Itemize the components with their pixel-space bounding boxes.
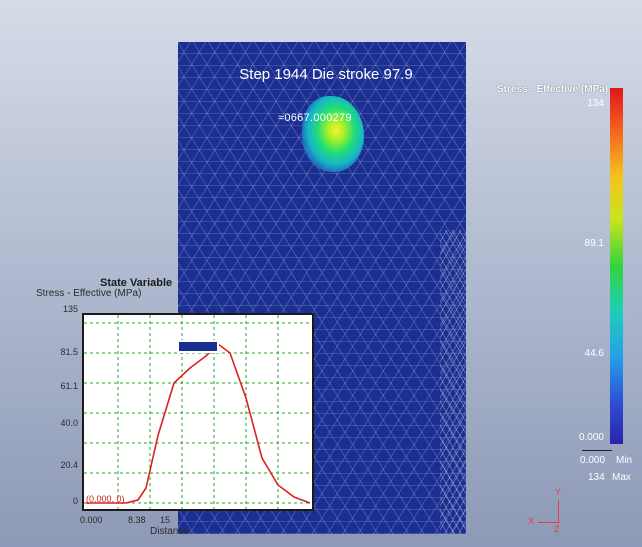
plot-x-tick: 0.000 (80, 515, 103, 525)
triad-y-axis (558, 500, 559, 522)
plot-origin-readout: (0.000, 0) (86, 494, 125, 504)
plot-y-tick: 135 (62, 304, 78, 314)
step-title: Step 1944 Die stroke 97.9 (239, 66, 413, 83)
simulation-viewport[interactable]: ≈0667.000279 Step 1944 Die stroke 97.9 S… (0, 0, 642, 547)
plot-y-tick: 20.4 (60, 460, 78, 470)
legend-color-bar (610, 88, 623, 444)
legend-tick-high: 89.1 (584, 238, 604, 249)
probe-label: ≈0667.000279 (278, 112, 352, 124)
legend-tick-max: 134 (587, 98, 604, 109)
plot-y-tick: 40.0 (60, 418, 78, 428)
legend-max-label: Max (612, 472, 631, 483)
plot-x-tick: 8.38 (128, 515, 146, 525)
triad-x-label: X (528, 516, 535, 526)
triad-x-axis (538, 522, 560, 523)
plot-y-tick: 61.1 (60, 381, 78, 391)
plot-y-tick: 0 (72, 496, 78, 506)
legend-tick-mid: 44.6 (584, 348, 604, 359)
legend-max-value: 134 (588, 472, 605, 483)
plot-y-axis-label: Stress - Effective (MPa) (36, 288, 142, 299)
legend-min-label: Min (616, 455, 633, 466)
legend-title: Stress - Effective (MPa) (497, 84, 609, 95)
triad-z-label: Z (554, 524, 560, 534)
plot-x-tick: 15 (160, 515, 171, 525)
peak-value-box[interactable] (177, 340, 219, 353)
stress-hotspot (302, 96, 364, 172)
legend-tick-min: 0.000 (578, 432, 604, 443)
fe-mesh-refined-zone (440, 230, 466, 534)
plot-y-tick: 81.5 (60, 347, 78, 357)
triad-y-label: Y (555, 487, 562, 497)
plot-x-axis-label: Distance (150, 526, 189, 537)
legend-min-value: 0.000 (580, 455, 606, 466)
plot-series-line-0 (86, 342, 311, 504)
legend-min-marker (582, 450, 612, 451)
